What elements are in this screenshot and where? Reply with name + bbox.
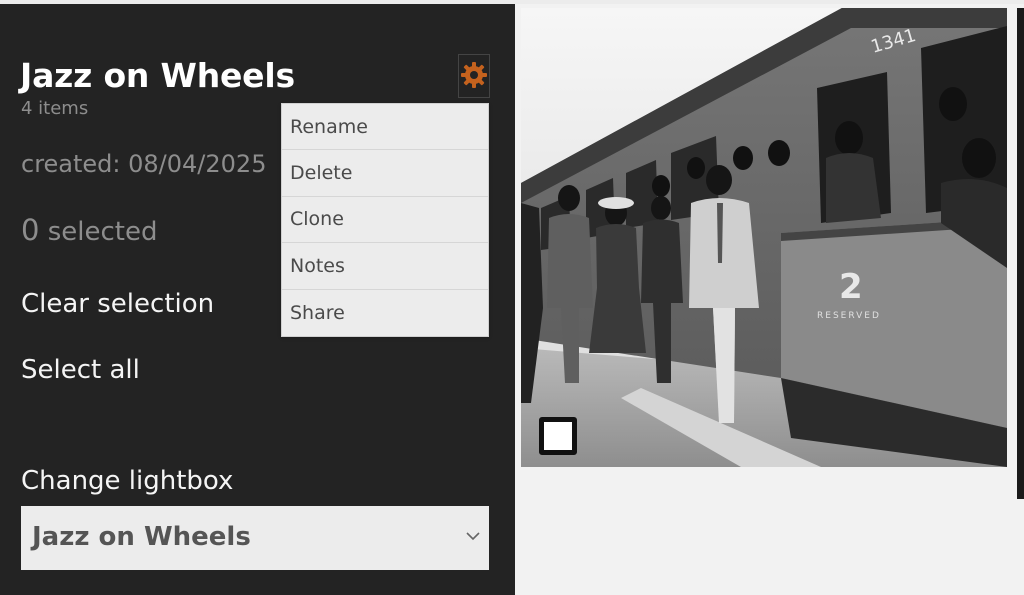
lightbox-settings-button[interactable] <box>458 54 490 98</box>
chevron-down-icon <box>465 528 481 544</box>
lightbox-item-count: 4 items <box>21 98 89 119</box>
photo-thumbnail[interactable]: 1341 2 RESERVED <box>521 8 1007 467</box>
reserved-label: RESERVED <box>817 311 881 321</box>
selected-count-number: 0 <box>21 213 40 247</box>
change-lightbox-select[interactable]: Jazz on Wheels <box>21 506 489 570</box>
coach-class-number: 2 <box>839 267 863 307</box>
menu-item-rename[interactable]: Rename <box>282 104 488 151</box>
lightbox-created-date: created: 08/04/2025 <box>21 150 267 178</box>
photo-select-checkbox[interactable] <box>539 417 577 455</box>
menu-item-delete[interactable]: Delete <box>282 150 488 197</box>
gear-icon <box>460 61 488 92</box>
selected-count: 0 selected <box>21 213 157 247</box>
menu-item-notes[interactable]: Notes <box>282 243 488 290</box>
menu-item-share[interactable]: Share <box>282 290 488 336</box>
lightbox-title: Jazz on Wheels <box>20 56 295 95</box>
change-lightbox-selected-value: Jazz on Wheels <box>32 522 251 552</box>
select-all-link[interactable]: Select all <box>21 355 140 385</box>
menu-item-clone[interactable]: Clone <box>282 197 488 244</box>
change-lightbox-label: Change lightbox <box>21 466 234 496</box>
lightbox-actions-menu: Rename Delete Clone Notes Share <box>281 103 489 337</box>
selected-count-label: selected <box>39 217 158 247</box>
next-photo-thumbnail-edge[interactable] <box>1017 8 1024 499</box>
clear-selection-link[interactable]: Clear selection <box>21 289 214 319</box>
